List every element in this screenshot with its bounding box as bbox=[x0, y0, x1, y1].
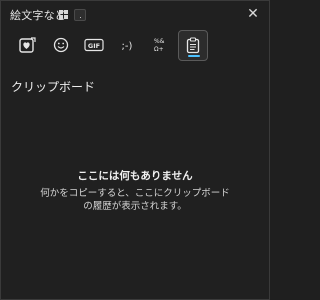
tab-gif[interactable]: GIF bbox=[79, 30, 109, 60]
tab-symbols[interactable]: %& Ω+ bbox=[145, 30, 175, 60]
category-tabs: GIF ;-) %& Ω+ bbox=[13, 30, 233, 62]
title-bar: 絵文字など ✕ bbox=[1, 1, 269, 27]
section-title: クリップボード bbox=[11, 80, 96, 94]
emoji-panel: 絵文字など ✕ GIF ;-) %& Ω+ クリップボード ここには何もありませ… bbox=[0, 0, 270, 300]
gif-label: GIF bbox=[88, 42, 100, 50]
symbols-icon: %& Ω+ bbox=[154, 38, 165, 53]
tab-kaomoji[interactable]: ;-) bbox=[112, 30, 142, 60]
empty-state-message-line1: 何かをコピーすると、ここにクリップボード bbox=[40, 188, 230, 199]
tab-clipboard[interactable] bbox=[178, 30, 208, 61]
svg-text:%&: %& bbox=[154, 38, 165, 45]
gif-icon: GIF bbox=[84, 38, 104, 52]
svg-text:Ω+: Ω+ bbox=[154, 46, 164, 53]
smiley-icon bbox=[53, 37, 69, 53]
empty-state-message-line2: の履歴が表示されます。 bbox=[83, 201, 187, 212]
close-icon[interactable]: ✕ bbox=[245, 6, 261, 22]
tab-emoji-favorites[interactable] bbox=[13, 30, 43, 60]
windows-logo-icon[interactable] bbox=[59, 10, 70, 21]
kaomoji-icon: ;-) bbox=[122, 41, 133, 52]
heart-favorites-icon bbox=[19, 37, 36, 53]
active-tab-indicator bbox=[188, 55, 200, 57]
clipboard-icon bbox=[186, 37, 200, 54]
empty-state: ここには何もありません 何かをコピーすると、ここにクリップボード の履歴が表示さ… bbox=[1, 168, 269, 213]
kaomoji-label: ;-) bbox=[122, 41, 133, 52]
tab-emoji[interactable] bbox=[46, 30, 76, 60]
empty-state-heading: ここには何もありません bbox=[77, 170, 193, 182]
dot-icon[interactable] bbox=[74, 9, 86, 21]
panel-title: 絵文字など bbox=[10, 9, 66, 22]
